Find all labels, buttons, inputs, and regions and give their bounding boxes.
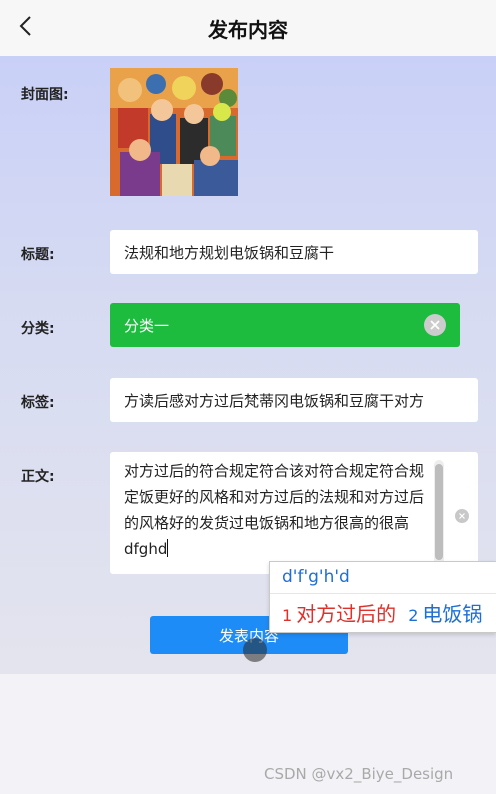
ime-candidate[interactable]: 2 电饭锅 (408, 598, 482, 627)
ime-candidate-text: 对方过后的 (296, 602, 397, 626)
scrollbar-thumb[interactable] (435, 464, 443, 560)
page-title: 发布内容 (208, 17, 288, 42)
ime-candidate-number: 2 (408, 606, 419, 625)
top-navbar: 发布内容 (0, 0, 496, 56)
cover-label: 封面图: (21, 87, 69, 103)
ime-candidate-list: 1 对方过后的 2 电饭锅 (282, 598, 482, 627)
title-input[interactable]: 法规和地方规划电饭锅和豆腐干 (110, 230, 478, 274)
clear-icon[interactable] (424, 314, 446, 336)
cover-image[interactable] (110, 68, 238, 196)
category-value: 分类一 (124, 316, 170, 335)
title-label: 标题: (21, 247, 55, 263)
tags-input[interactable]: 方读后感对方过后梵蒂冈电饭锅和豆腐干对方 (110, 378, 478, 422)
body-label: 正文: (21, 469, 55, 485)
clear-icon[interactable] (455, 509, 469, 523)
touch-cursor-indicator (243, 638, 267, 662)
watermark: CSDN @vx2_Biye_Design (264, 765, 454, 783)
ime-candidate[interactable]: 1 对方过后的 (282, 598, 396, 627)
body-text: 对方过后的符合规定符合该对符合规定符合规定饭更好的风格和对方过后的法规和对方过后… (124, 458, 430, 562)
ime-divider (270, 593, 496, 594)
body-textarea[interactable]: 对方过后的符合规定符合该对符合规定符合规定饭更好的风格和对方过后的法规和对方过后… (110, 452, 478, 574)
ime-candidate-text: 电饭锅 (422, 602, 483, 626)
text-caret (167, 539, 169, 557)
ime-candidate-number: 1 (282, 606, 293, 625)
ime-candidate-popup: d'f'g'h'd 1 对方过后的 2 电饭锅 (269, 561, 496, 633)
tags-label: 标签: (21, 395, 55, 411)
body-text-value: 对方过后的符合规定符合该对符合规定符合规定饭更好的风格和对方过后的法规和对方过后… (124, 462, 425, 558)
cover-artwork (110, 68, 238, 196)
textarea-scrollbar[interactable] (434, 460, 444, 566)
category-label: 分类: (21, 321, 55, 337)
category-select[interactable]: 分类一 (110, 303, 460, 347)
chevron-left-icon (19, 16, 31, 36)
back-button[interactable] (12, 12, 40, 40)
ime-composition: d'f'g'h'd (282, 567, 350, 587)
